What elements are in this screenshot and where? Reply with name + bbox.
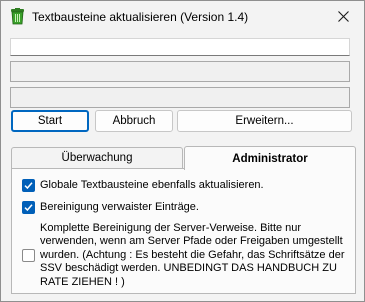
option-label: Komplette Bereinigung der Server-Verweis…: [40, 222, 345, 288]
option-label: Globale Textbausteine ebenfalls aktualis…: [40, 179, 264, 191]
erweitern-button[interactable]: Erweitern...: [177, 110, 352, 132]
checkmark-icon: [24, 182, 33, 190]
checkbox-komplette-bereinigung[interactable]: [22, 249, 35, 263]
close-button[interactable]: [322, 1, 364, 31]
option-komplette-bereinigung[interactable]: Komplette Bereinigung der Server-Verweis…: [22, 222, 348, 289]
tab-administrator[interactable]: Administrator: [184, 146, 356, 170]
abbruch-button[interactable]: Abbruch: [95, 110, 173, 132]
start-button[interactable]: Start: [11, 110, 89, 132]
checkbox-global-textbausteine[interactable]: [22, 179, 35, 192]
title-bar[interactable]: Textbausteine aktualisieren (Version 1.4…: [1, 1, 364, 33]
administrator-tab-panel: Globale Textbausteine ebenfalls aktualis…: [11, 168, 356, 294]
window-title: Textbausteine aktualisieren (Version 1.4…: [32, 10, 249, 24]
dialog-window: Textbausteine aktualisieren (Version 1.4…: [0, 0, 365, 302]
option-global-textbausteine[interactable]: Globale Textbausteine ebenfalls aktualis…: [22, 179, 264, 192]
tab-ueberwachung[interactable]: Überwachung: [11, 147, 183, 168]
checkmark-icon: [24, 204, 33, 212]
recycle-bin-icon: [10, 8, 25, 25]
close-icon: [337, 10, 349, 22]
status-field-2: [10, 87, 350, 108]
option-label: Bereinigung verwaister Einträge.: [40, 201, 199, 213]
text-input[interactable]: [10, 38, 350, 56]
option-bereinigung[interactable]: Bereinigung verwaister Einträge.: [22, 201, 199, 214]
checkbox-bereinigung[interactable]: [22, 201, 35, 214]
status-field-1: [10, 61, 350, 82]
